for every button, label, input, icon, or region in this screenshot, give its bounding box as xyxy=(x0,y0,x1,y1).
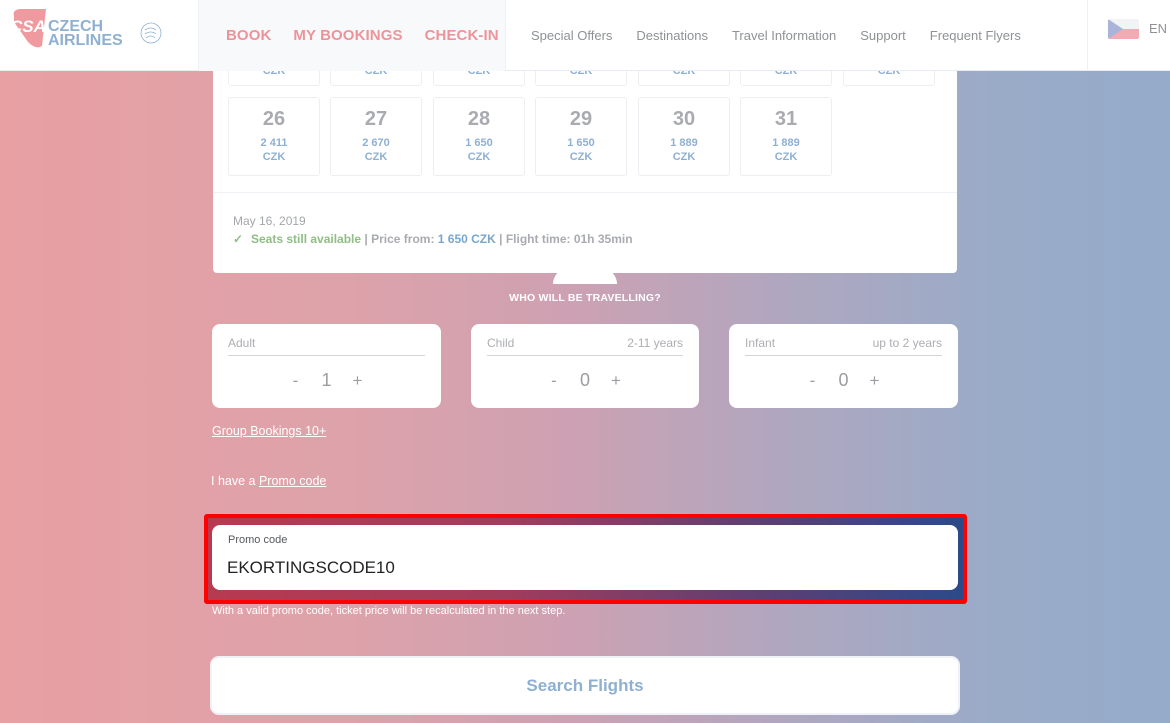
promo-code-label: Promo code xyxy=(228,534,288,546)
passenger-child: Child 2-11 years -0 + xyxy=(471,324,699,408)
day-number: 26 xyxy=(262,108,286,130)
promo-hint: With a valid promo code, ticket price wi… xyxy=(212,605,566,617)
logo-mark: CSA xyxy=(10,17,46,36)
decrement-button[interactable]: - xyxy=(280,371,311,391)
nav-support[interactable]: Support xyxy=(860,28,906,43)
passenger-type-label: Adult xyxy=(228,336,256,350)
search-flights-button[interactable]: Search Flights xyxy=(210,656,960,715)
selected-flight-info: ✓ Seats still available | Price from: 1 6… xyxy=(233,232,633,246)
promo-code-link[interactable]: Promo code xyxy=(259,474,326,488)
language-code: EN xyxy=(1149,21,1168,36)
passenger-type-label: Child xyxy=(487,336,515,350)
child-count: 0 xyxy=(579,370,590,390)
day-number: 27 xyxy=(364,108,388,130)
secondary-nav: Special Offers Destinations Travel Infor… xyxy=(531,0,1021,71)
selected-date: May 16, 2019 xyxy=(233,214,306,228)
day-price: 1 889 xyxy=(772,137,800,149)
price-from-label: | Price from: xyxy=(361,232,438,246)
price-from-value: 1 650 CZK xyxy=(437,232,496,246)
promo-prefix: I have a xyxy=(211,474,259,488)
day-cell-30[interactable]: 30 1 889 CZK xyxy=(638,97,730,176)
day-number: 28 xyxy=(467,108,491,130)
day-cell-27[interactable]: 27 2 670 CZK xyxy=(330,97,422,176)
passenger-age-range: up to 2 years xyxy=(872,336,942,350)
nav-travel-information[interactable]: Travel Information xyxy=(732,28,836,43)
site-header: CSA CZECH AIRLINES BOOK MY BOOKINGS CHEC… xyxy=(0,0,1170,71)
increment-button[interactable]: + xyxy=(601,371,632,391)
day-cell-29[interactable]: 29 1 650 CZK xyxy=(535,97,627,176)
nav-destinations[interactable]: Destinations xyxy=(636,28,708,43)
infant-count: 0 xyxy=(838,370,849,390)
nav-check-in[interactable]: CHECK-IN xyxy=(425,27,499,44)
fare-calendar: CZK CZK CZK CZK CZK CZK CZK 26 2 411 CZK… xyxy=(213,6,957,273)
day-cell-28[interactable]: 28 1 650 CZK xyxy=(433,97,525,176)
nav-special-offers[interactable]: Special Offers xyxy=(531,28,612,43)
passenger-age-range: 2-11 years xyxy=(627,336,683,350)
nav-my-bookings[interactable]: MY BOOKINGS xyxy=(293,27,402,44)
group-bookings-link[interactable]: Group Bookings 10+ xyxy=(212,424,326,438)
day-currency: CZK xyxy=(262,151,286,163)
calendar-divider xyxy=(213,192,957,193)
nav-book[interactable]: BOOK xyxy=(226,27,271,44)
increment-button[interactable]: + xyxy=(859,371,890,391)
czech-flag-icon xyxy=(1108,19,1139,39)
day-currency: CZK xyxy=(364,151,388,163)
passenger-type-label: Infant xyxy=(745,336,776,350)
nav-frequent-flyers[interactable]: Frequent Flyers xyxy=(930,28,1021,43)
child-stepper: -0 + xyxy=(471,370,699,391)
promo-code-field[interactable]: Promo code xyxy=(212,525,958,590)
day-price: 1 650 xyxy=(567,137,595,149)
passengers-title: WHO WILL BE TRAVELLING? xyxy=(509,292,661,304)
day-currency: CZK xyxy=(774,151,798,163)
day-number: 29 xyxy=(569,108,593,130)
day-number: 31 xyxy=(774,108,798,130)
increment-button[interactable]: + xyxy=(342,371,373,391)
adult-count: 1 xyxy=(321,370,332,390)
czech-airlines-logo[interactable]: CSA CZECH AIRLINES xyxy=(8,6,168,52)
day-cell-31[interactable]: 31 1 889 CZK xyxy=(740,97,832,176)
check-icon: ✓ xyxy=(233,232,244,246)
primary-nav: BOOK MY BOOKINGS CHECK-IN xyxy=(198,0,506,71)
day-currency: CZK xyxy=(569,151,593,163)
decrement-button[interactable]: - xyxy=(539,371,570,391)
passenger-adult: Adult -1 + xyxy=(212,324,441,408)
language-selector[interactable]: EN xyxy=(1087,0,1170,71)
day-price: 2 411 xyxy=(260,137,288,149)
day-price: 1 650 xyxy=(465,137,493,149)
logo-graphic: CSA CZECH AIRLINES xyxy=(10,9,162,49)
logo-line2: AIRLINES xyxy=(48,32,123,49)
passenger-infant: Infant up to 2 years -0 + xyxy=(729,324,958,408)
day-price: 1 889 xyxy=(670,137,698,149)
availability-status: Seats still available xyxy=(251,232,362,246)
promo-code-input[interactable] xyxy=(227,555,927,581)
decrement-button[interactable]: - xyxy=(797,371,828,391)
flight-time: | Flight time: 01h 35min xyxy=(495,232,633,246)
adult-stepper: -1 + xyxy=(212,370,441,391)
day-currency: CZK xyxy=(672,151,696,163)
day-number: 30 xyxy=(672,108,696,130)
infant-stepper: -0 + xyxy=(729,370,958,391)
day-cell-26[interactable]: 26 2 411 CZK xyxy=(228,97,320,176)
day-price: 2 670 xyxy=(362,137,390,149)
promo-toggle: I have a Promo code xyxy=(211,474,326,488)
day-currency: CZK xyxy=(467,151,491,163)
